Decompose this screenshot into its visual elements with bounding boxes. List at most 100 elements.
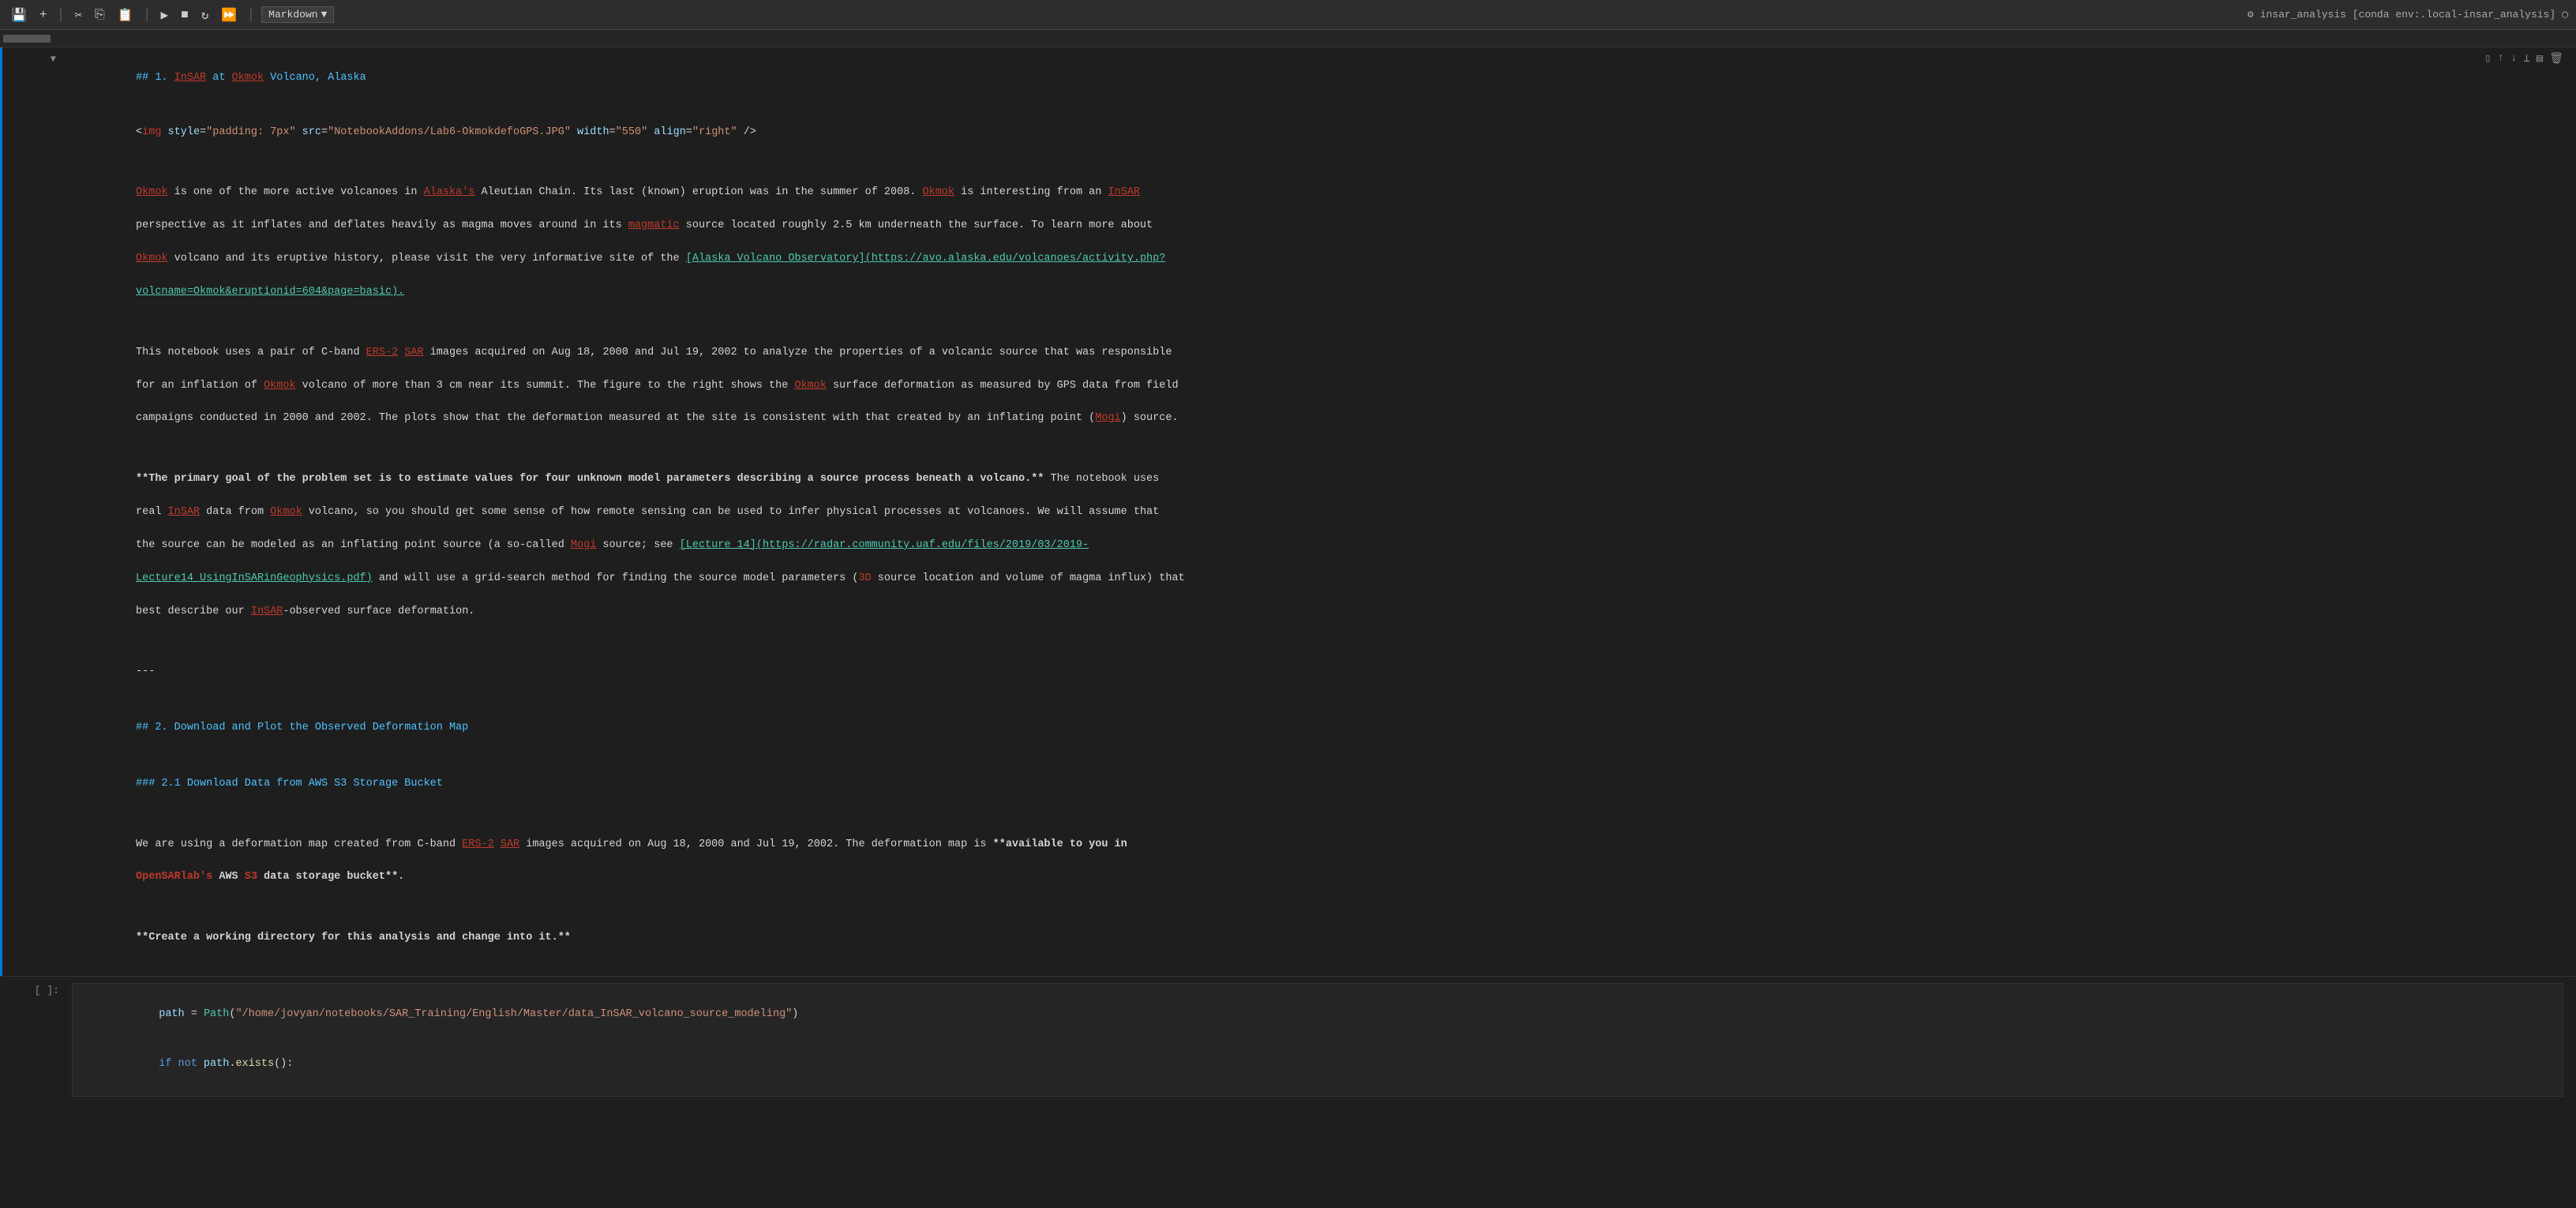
img-align-val: "right" bbox=[692, 126, 737, 138]
move-down-icon[interactable]: ↓ bbox=[2510, 52, 2517, 66]
add-cell-icon[interactable]: + bbox=[36, 6, 51, 24]
section2-text: ## 2. Download and Plot the Observed Def… bbox=[136, 722, 468, 733]
code-line-1: path = Path("/home/jovyan/notebooks/SAR_… bbox=[82, 990, 2553, 1040]
img-width-attr: width bbox=[571, 126, 609, 138]
body3-text4: volcano, so you should get some sense of… bbox=[302, 506, 1160, 518]
close-paren: ) bbox=[792, 1008, 798, 1020]
cell-content-1: ▯ ↑ ↓ ⊥ ▤ 🗑 ## 1. InSAR at Okmok Volcano… bbox=[66, 47, 2576, 976]
img-style-val: "padding: 7px" bbox=[206, 126, 295, 138]
sar-1: SAR bbox=[404, 347, 423, 358]
body2-text3: for an inflation of bbox=[136, 380, 264, 392]
avo-link-cont[interactable]: volcname=Okmok&eruptionid=604&page=basic… bbox=[136, 286, 404, 298]
img-eq4: = bbox=[686, 126, 692, 138]
body3-text3: data from bbox=[200, 506, 270, 518]
collapse-icon[interactable]: ▼ bbox=[51, 54, 56, 65]
cell-type-dropdown[interactable]: Markdown ▼ bbox=[261, 6, 334, 23]
code-line-2: if not path.exists(): bbox=[82, 1040, 2553, 1090]
aws-bold3: data storage bucket**. bbox=[257, 871, 404, 883]
lecture14-link[interactable]: [Lecture 14](https://radar.community.uaf… bbox=[680, 539, 1089, 551]
body1-text1: is one of the more active volcanoes in bbox=[168, 186, 424, 198]
code-cell-label: [ ]: bbox=[35, 985, 59, 996]
heading-line: ## 1. InSAR at Okmok Volcano, Alaska bbox=[72, 54, 2563, 103]
aws-bold2: AWS bbox=[212, 871, 245, 883]
horizontal-scrollbar[interactable] bbox=[0, 30, 2576, 47]
path-class: Path bbox=[204, 1008, 229, 1020]
okmok-2: Okmok bbox=[923, 186, 955, 198]
heading-okmok: Okmok bbox=[232, 72, 264, 84]
img-align-attr: align bbox=[647, 126, 686, 138]
window-close-icon[interactable]: ◯ bbox=[2562, 9, 2568, 21]
img-width-val: "550" bbox=[616, 126, 648, 138]
body3-text2: real bbox=[136, 506, 168, 518]
toolbar-right: ⚙ insar_analysis [conda env:.local-insar… bbox=[2248, 9, 2568, 21]
scroll-thumb[interactable] bbox=[3, 35, 51, 43]
exists-func: exists bbox=[235, 1058, 274, 1070]
move-up-icon[interactable]: ↑ bbox=[2498, 52, 2504, 66]
toolbar-separator-1: | bbox=[57, 7, 66, 23]
paste-icon[interactable]: 📋 bbox=[114, 6, 137, 24]
avo-link[interactable]: [Alaska Volcano Observatory](https://avo… bbox=[686, 253, 1166, 264]
assign-op: = bbox=[185, 1008, 204, 1020]
path-string: "/home/jovyan/notebooks/SAR_Training/Eng… bbox=[235, 1008, 792, 1020]
call-parens: (): bbox=[274, 1058, 293, 1070]
img-tag-line: <img style="padding: 7px" src="NotebookA… bbox=[72, 108, 2563, 158]
body3-text8: source location and volume of magma infl… bbox=[872, 572, 1185, 584]
opensarlab-bold: OpenSARlab's bbox=[136, 871, 212, 883]
restart-icon[interactable]: ↻ bbox=[198, 6, 212, 24]
delete-cell-icon[interactable]: 🗑 bbox=[2549, 52, 2563, 66]
magmatic-link: magmatic bbox=[628, 219, 680, 231]
mogi-1: Mogi bbox=[1095, 412, 1120, 424]
path-var-2: path bbox=[197, 1058, 230, 1070]
download-cell-icon[interactable]: ⊥ bbox=[2523, 52, 2529, 66]
body2-text7: ) source. bbox=[1121, 412, 1179, 424]
markdown-cell-1: ▼ ▯ ↑ ↓ ⊥ ▤ 🗑 ## 1. InSAR at Okmok Volca… bbox=[0, 47, 2576, 976]
copy-cell-icon[interactable]: ▯ bbox=[2484, 52, 2491, 66]
aws-text2: images acquired on Aug 18, 2000 and Jul … bbox=[519, 838, 993, 850]
img-tag-name: img bbox=[142, 126, 161, 138]
scissors-icon[interactable]: ✂ bbox=[71, 6, 85, 24]
body3-text9: best describe our bbox=[136, 606, 251, 617]
img-open: < bbox=[136, 126, 142, 138]
body3-text7: and will use a grid-search method for fi… bbox=[373, 572, 859, 584]
okmok-3: Okmok bbox=[136, 253, 168, 264]
insar-3: InSAR bbox=[251, 606, 283, 617]
section2-heading: ## 2. Download and Plot the Observed Def… bbox=[72, 703, 2563, 753]
save-icon[interactable]: 💾 bbox=[8, 6, 30, 24]
cell-type-label: Markdown bbox=[268, 9, 317, 21]
notebook-area: ▼ ▯ ↑ ↓ ⊥ ▤ 🗑 ## 1. InSAR at Okmok Volca… bbox=[0, 47, 2576, 1208]
toolbar-icons: 💾 + | ✂ ⎘ 📋 | ▶ ■ ↻ ⏩ | Markdown ▼ bbox=[8, 6, 334, 24]
run-icon[interactable]: ▶ bbox=[158, 6, 172, 24]
okmok-1: Okmok bbox=[136, 186, 168, 198]
cell-toolbar-1: ▯ ↑ ↓ ⊥ ▤ 🗑 bbox=[2484, 52, 2563, 66]
toolbar-separator-2: | bbox=[143, 7, 152, 23]
aws-sar bbox=[494, 838, 501, 850]
alaska-link: Alaska's bbox=[424, 186, 475, 198]
workdir-text: **Create a working directory for this an… bbox=[136, 932, 571, 944]
body-para-3: **The primary goal of the problem set is… bbox=[72, 455, 2563, 636]
body-workdir: **Create a working directory for this an… bbox=[72, 914, 2563, 963]
restart-run-icon[interactable]: ⏩ bbox=[218, 6, 240, 24]
section21-text: ### 2.1 Download Data from AWS S3 Storag… bbox=[136, 778, 443, 790]
insar-1: InSAR bbox=[1108, 186, 1140, 198]
cell-container: ▼ ▯ ↑ ↓ ⊥ ▤ 🗑 ## 1. InSAR at Okmok Volca… bbox=[0, 47, 2576, 1208]
body3-text6: source; see bbox=[596, 539, 679, 551]
img-style-attr: style bbox=[161, 126, 200, 138]
dropdown-arrow-icon: ▼ bbox=[321, 9, 328, 21]
copy-icon[interactable]: ⎘ bbox=[92, 6, 108, 24]
body1-text5: source located roughly 2.5 km underneath… bbox=[680, 219, 1153, 231]
toolbar-separator-3: | bbox=[246, 7, 255, 23]
aws-text1: We are using a deformation map created f… bbox=[136, 838, 462, 850]
cell-left-1: ▼ bbox=[2, 47, 66, 976]
body2-text1: This notebook uses a pair of C-band bbox=[136, 347, 366, 358]
stop-icon[interactable]: ■ bbox=[178, 6, 192, 24]
img-eq1: = bbox=[200, 126, 206, 138]
body2-text6: campaigns conducted in 2000 and 2002. Th… bbox=[136, 412, 1095, 424]
lecture14-link-cont[interactable]: Lecture14_UsingInSARinGeophysics.pdf) bbox=[136, 572, 373, 584]
merge-cell-icon[interactable]: ▤ bbox=[2537, 52, 2543, 66]
heading-hash: ## 1. bbox=[136, 72, 174, 84]
code-cell-body[interactable]: path = Path("/home/jovyan/notebooks/SAR_… bbox=[66, 977, 2576, 1103]
code-block[interactable]: path = Path("/home/jovyan/notebooks/SAR_… bbox=[72, 983, 2563, 1097]
aws-bold1: **available to you in bbox=[993, 838, 1127, 850]
kernel-settings-icon[interactable]: ⚙ bbox=[2248, 9, 2254, 21]
ers2-2: ERS-2 bbox=[462, 838, 494, 850]
